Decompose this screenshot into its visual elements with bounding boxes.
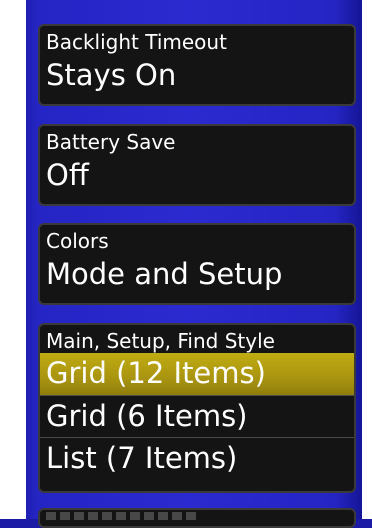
setting-label: Battery Save [46, 130, 176, 154]
menu-style-option-grid-12[interactable]: Grid (12 Items) [40, 353, 354, 395]
setting-label: Colors [46, 229, 109, 253]
setting-value: Mode and Setup [46, 257, 283, 291]
battery-save-setting[interactable]: Battery Save Off [38, 124, 356, 206]
right-border [362, 0, 372, 519]
option-label: Grid (6 Items) [46, 399, 248, 433]
option-label: Grid (12 Items) [46, 356, 266, 390]
option-label: List (7 Items) [46, 441, 238, 475]
backlight-timeout-setting[interactable]: Backlight Timeout Stays On [38, 24, 356, 106]
setting-value: Off [46, 158, 89, 192]
setting-label: Main, Setup, Find Style [46, 329, 275, 353]
settings-screen: Backlight Timeout Stays On Battery Save … [0, 0, 372, 528]
setting-label: Backlight Timeout [46, 30, 227, 54]
next-setting-partial[interactable] [38, 508, 356, 528]
colors-setting[interactable]: Colors Mode and Setup [38, 223, 356, 305]
menu-style-option-grid-6[interactable]: Grid (6 Items) [40, 395, 354, 437]
setting-value: Stays On [46, 58, 177, 92]
menu-style-option-list-7[interactable]: List (7 Items) [40, 437, 354, 479]
left-border [0, 0, 26, 519]
menu-style-setting: Main, Setup, Find Style Grid (12 Items) … [38, 323, 356, 493]
